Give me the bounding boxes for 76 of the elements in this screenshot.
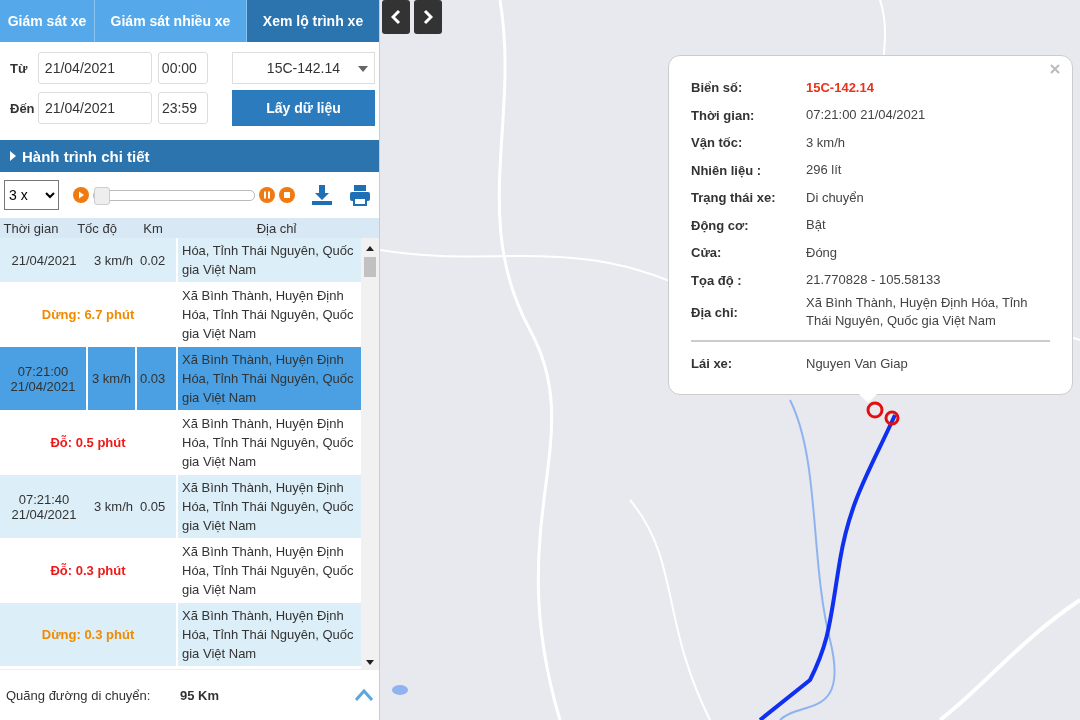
field-value: Đóng [806, 243, 839, 262]
playback-speed-select[interactable]: 3 x [4, 180, 59, 210]
field-label: Trạng thái xe: [691, 190, 777, 206]
print-icon[interactable] [349, 184, 371, 206]
speed-cell: 3 km/h [88, 347, 137, 410]
field-label: Biển số: [691, 80, 744, 96]
column-header: Địa chỉ [255, 220, 298, 236]
column-header: Tốc độ [76, 220, 118, 236]
from-label: Từ [10, 60, 29, 76]
scroll-up-icon[interactable] [366, 246, 374, 251]
download-icon[interactable] [311, 184, 333, 206]
vehicle-select[interactable]: 15C-142.14 [231, 52, 375, 84]
close-icon[interactable] [1050, 64, 1060, 74]
address-cell-text: Xã Bình Thành, Huyện Định Hóa, Tỉnh Thái Nguyên, Quốc gia Việt Nam [181, 607, 355, 663]
field-value: Bật [806, 216, 827, 235]
field-label: Cửa: [691, 245, 723, 261]
play-icon[interactable] [73, 187, 89, 203]
driver-label: Lái xe: [691, 356, 734, 372]
from-time-field[interactable]: 00:00 [157, 52, 208, 84]
previous-button[interactable] [382, 0, 410, 34]
table-row[interactable]: 21/04/2021 3 km/h 0.02 Hóa, Tỉnh Thái Nguyên, Quốc gia Việt Nam [0, 238, 362, 283]
next-button[interactable] [414, 0, 442, 34]
stop-icon[interactable] [279, 187, 295, 203]
field-label: Thời gian: [691, 107, 756, 123]
speed-cell-text: 3 km/h [93, 251, 134, 270]
table-row[interactable]: 07:21:00 21/04/2021 3 km/h 0.03 Xã Bình Thành, Huyện Định Hóa, Tỉnh Thái Nguyên, Quốc gia Việt Nam [0, 347, 362, 411]
table-row[interactable]: 07:21:40 21/04/2021 3 km/h 0.05 Xã Bình Thành, Huyện Định Hóa, Tỉnh Thái Nguyên, Quốc gia Việt Nam [0, 475, 362, 539]
time-cell: 07:21:00 21/04/2021 [0, 347, 88, 410]
column-header: Thời gian [2, 220, 60, 236]
field-label: Động cơ: [691, 217, 750, 233]
progress-thumb[interactable] [94, 186, 110, 205]
scrollbar-thumb[interactable] [364, 257, 376, 277]
field-label: Địa chỉ: [691, 304, 739, 320]
chevron-left-icon [391, 9, 401, 25]
triangle-icon [10, 151, 16, 161]
km-cell: 0.03 [137, 347, 178, 410]
address-cell-text: Xã Bình Thành, Huyện Định Hóa, Tỉnh Thái Nguyên, Quốc gia Việt Nam [181, 351, 355, 407]
chevron-up-icon[interactable] [355, 689, 373, 701]
stop-status-cell: Dừng: 0.3 phút [0, 603, 178, 666]
field-label: Tọa độ : [691, 272, 743, 288]
field-label: Nhiên liệu : [691, 162, 763, 178]
km-cell: 0.02 [137, 238, 178, 282]
driver-name: Nguyen Van Giap [806, 354, 909, 373]
field-value: 21.770828 - 105.58133 [806, 271, 942, 290]
from-date-field[interactable]: 21/04/2021 [37, 52, 152, 84]
field-value: 15C-142.14 [806, 78, 875, 97]
pause-icon[interactable] [259, 187, 275, 203]
km-cell: 0.05 [137, 475, 178, 538]
address-cell-text: Hóa, Tỉnh Thái Nguyên, Quốc gia Việt Nam [181, 242, 355, 279]
distance-label: Quãng đường di chuyển: [6, 687, 152, 703]
field-value: 07:21:00 21/04/2021 [806, 106, 927, 125]
to-date-field[interactable]: 21/04/2021 [38, 92, 152, 124]
section-header[interactable]: Hành trình chi tiết [0, 140, 379, 172]
field-value: Xã Bình Thành, Huyện Định Hóa, Tỉnh Thái Nguyên, Quốc gia Việt Nam [806, 294, 1029, 330]
chevron-right-icon [423, 9, 433, 25]
distance-value: 95 Km [180, 687, 221, 703]
field-value: 296 lít [806, 161, 843, 180]
address-cell-text: Xã Bình Thành, Huyện Định Hóa, Tỉnh Thái Nguyên, Quốc gia Việt Nam [181, 415, 355, 471]
to-label: Đến [10, 100, 32, 116]
address-cell-text: Xã Bình Thành, Huyện Định Hóa, Tỉnh Thái Nguyên, Quốc gia Việt Nam [181, 287, 355, 343]
scroll-down-icon[interactable] [366, 660, 374, 665]
field-value: 3 km/h [806, 133, 846, 152]
address-cell-text: Xã Bình Thành, Huyện Định Hóa, Tỉnh Thái Nguyên, Quốc gia Việt Nam [181, 479, 355, 535]
speed-cell-text: 3 km/h [93, 498, 134, 516]
field-value: Di chuyển [806, 188, 865, 207]
time-cell-text: 07:21:40 21/04/2021 [10, 490, 78, 524]
fetch-data-button[interactable]: Lấy dữ liệu [232, 90, 375, 126]
section-title: Hành trình chi tiết [22, 147, 150, 165]
table-row[interactable]: Dừng: 0.3 phút Xã Bình Thành, Huyện Định Hóa, Tỉnh Thái Nguyên, Quốc gia Việt Nam [0, 603, 362, 667]
tab[interactable]: Xem lộ trình xe [247, 0, 379, 42]
to-time-field[interactable]: 23:59 [158, 92, 208, 124]
address-cell-text: Xã Bình Thành, Huyện Định Hóa, Tỉnh Thái Nguyên, Quốc gia Việt Nam [181, 543, 355, 599]
caret-icon [358, 66, 368, 72]
field-label: Vận tốc: [691, 135, 744, 151]
column-header: Km [142, 220, 164, 236]
time-cell-text: 21/04/2021 [10, 251, 78, 270]
